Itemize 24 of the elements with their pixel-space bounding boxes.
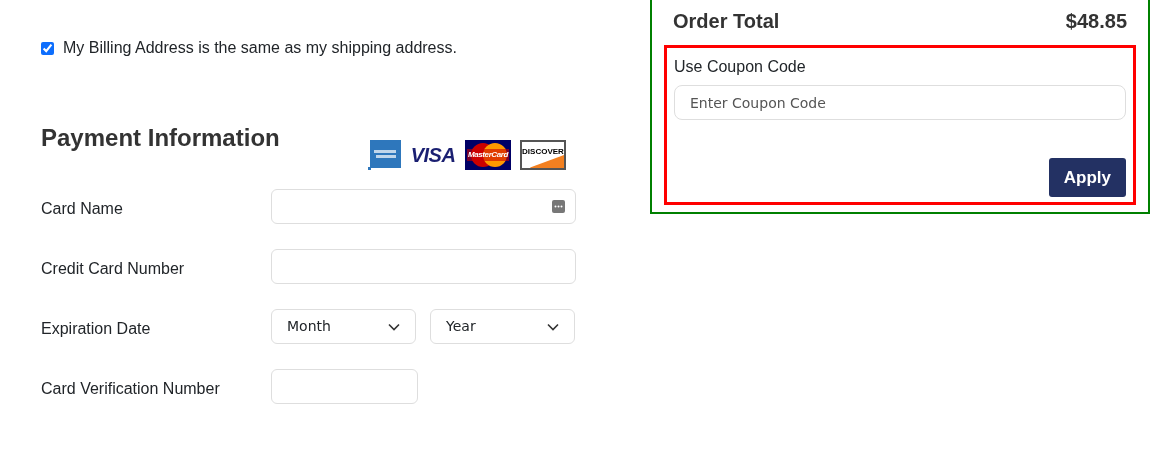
order-total-value: $48.85 bbox=[1065, 9, 1127, 34]
select-field[interactable]: Year bbox=[430, 309, 575, 344]
discover-logo: DISCOVER bbox=[520, 140, 566, 170]
field-label: Card Verification Number bbox=[41, 379, 221, 399]
field-label: Expiration Date bbox=[41, 319, 152, 339]
field-label: Credit Card Number bbox=[41, 259, 186, 279]
field-label: Card Name bbox=[41, 199, 124, 219]
mastercard-logo: MasterCard bbox=[465, 140, 511, 170]
coupon-label: Use Coupon Code bbox=[674, 57, 807, 77]
chevron-down-icon bbox=[388, 322, 400, 331]
input-field[interactable] bbox=[271, 369, 418, 404]
order-total-label: Order Total bbox=[673, 9, 780, 34]
input-field[interactable] bbox=[271, 249, 576, 284]
card-logo-icon bbox=[368, 140, 401, 170]
select-field[interactable]: Month bbox=[271, 309, 416, 344]
input-field[interactable] bbox=[271, 189, 576, 224]
section-title: Payment Information bbox=[41, 123, 280, 153]
billing-checkbox[interactable] bbox=[41, 41, 54, 55]
coupon-input[interactable]: Enter Coupon Code bbox=[674, 85, 1126, 120]
checkbox-label: My Billing Address is the same as my shipping address. bbox=[63, 38, 457, 58]
apply-button[interactable]: Apply bbox=[1048, 158, 1126, 197]
autofill-icon bbox=[552, 200, 565, 213]
visa-logo: VISA bbox=[410, 143, 456, 168]
chevron-down-icon bbox=[547, 322, 559, 331]
